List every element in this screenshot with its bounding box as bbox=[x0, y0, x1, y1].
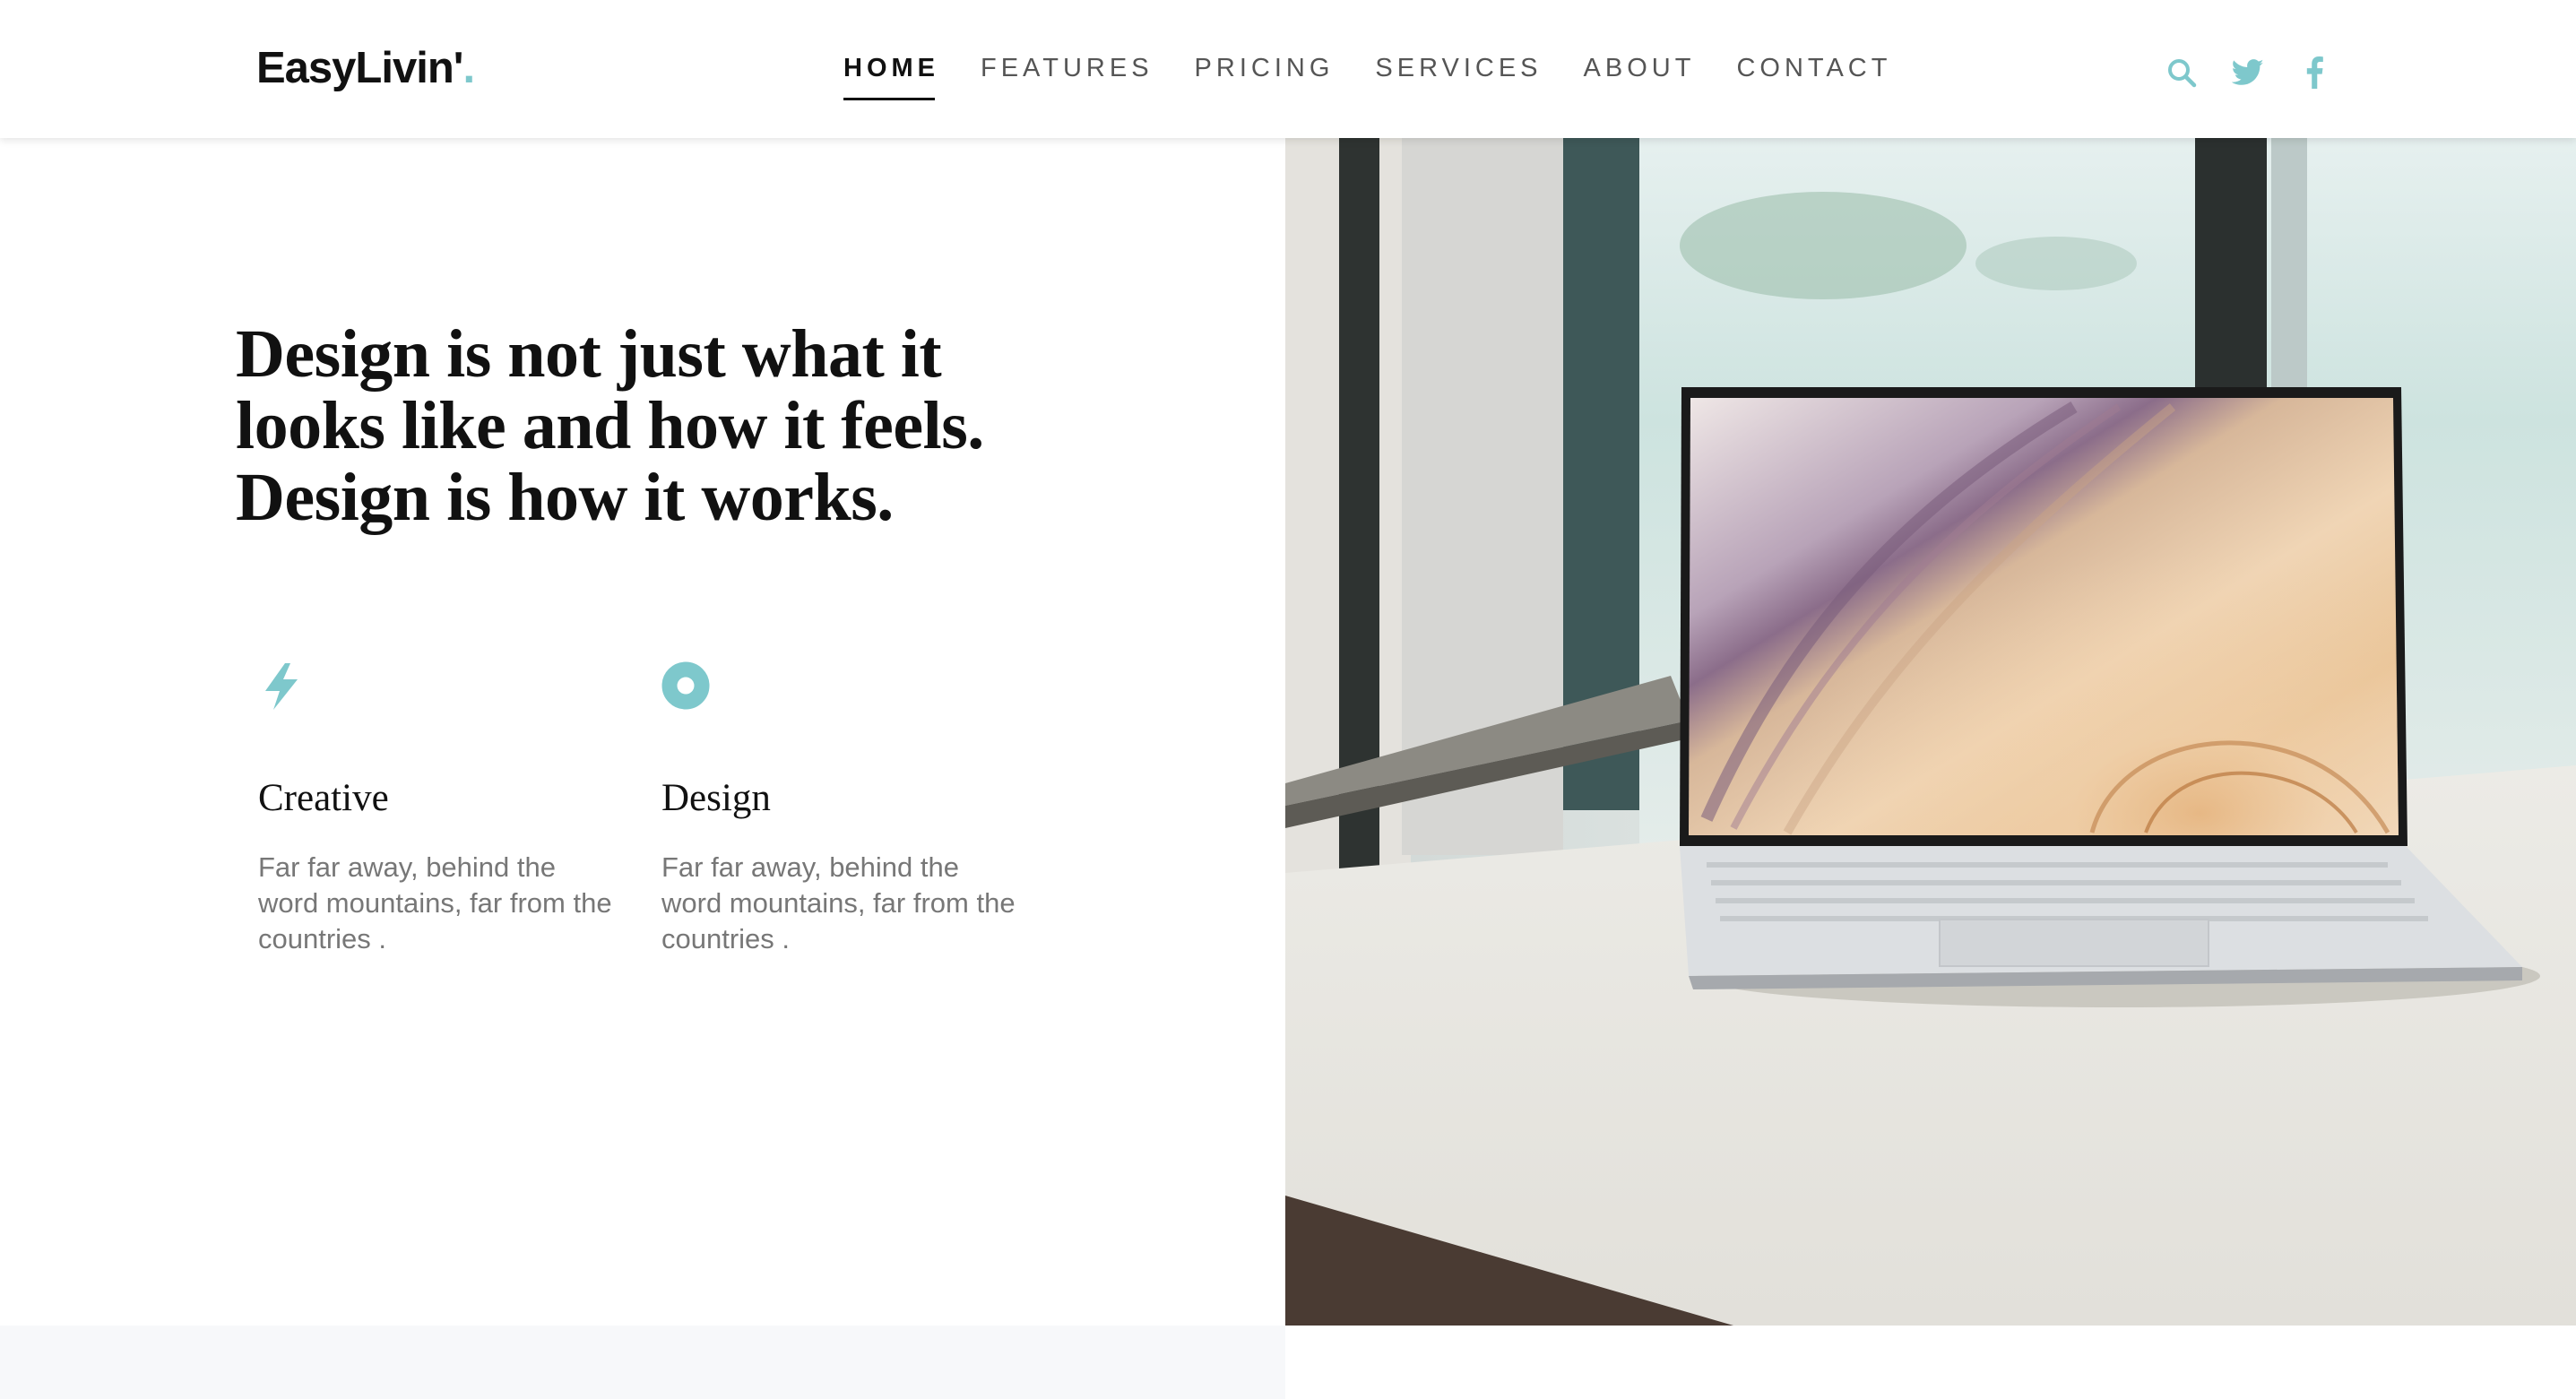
nav-contact[interactable]: CONTACT bbox=[1736, 50, 1891, 86]
brand-name: EasyLivin' bbox=[256, 44, 463, 92]
nav-about[interactable]: ABOUT bbox=[1584, 50, 1696, 86]
headline-line-3: Design is how it works. bbox=[236, 460, 894, 535]
next-section-edge bbox=[0, 1326, 1285, 1399]
next-section-edge-right bbox=[1285, 1326, 2576, 1399]
feature-title: Creative bbox=[258, 777, 389, 819]
brand-dot: . bbox=[462, 44, 475, 92]
lightning-icon bbox=[258, 661, 307, 710]
nav-pricing[interactable]: PRICING bbox=[1195, 50, 1335, 86]
twitter-icon[interactable] bbox=[2228, 53, 2268, 92]
facebook-icon[interactable] bbox=[2295, 53, 2334, 92]
feature-description: Far far away, behind the word mountains,… bbox=[661, 851, 1016, 954]
feature-description: Far far away, behind the word mountains,… bbox=[258, 851, 612, 954]
hero-image bbox=[1285, 138, 2576, 1326]
search-icon[interactable] bbox=[2162, 53, 2201, 92]
hero-headline: Design is not just what it looks like an… bbox=[236, 318, 1132, 533]
main-nav: HOME FEATURES PRICING SERVICES ABOUT CON… bbox=[843, 50, 1932, 104]
social-links bbox=[2162, 50, 2334, 95]
ring-icon bbox=[661, 661, 710, 710]
site-header: EasyLivin'. HOME FEATURES PRICING SERVIC… bbox=[0, 0, 2576, 138]
feature-creative: Creative Far far away, behind the word m… bbox=[258, 661, 617, 954]
headline-line-1: Design is not just what it bbox=[236, 316, 942, 392]
feature-design: Design Far far away, behind the word mou… bbox=[661, 661, 1020, 954]
nav-services[interactable]: SERVICES bbox=[1375, 50, 1542, 86]
headline-line-2: looks like and how it feels. bbox=[236, 388, 984, 463]
nav-features[interactable]: FEATURES bbox=[981, 50, 1154, 86]
brand-logo[interactable]: EasyLivin'. bbox=[256, 41, 475, 95]
feature-title: Design bbox=[661, 777, 771, 819]
nav-home[interactable]: HOME bbox=[843, 50, 939, 100]
